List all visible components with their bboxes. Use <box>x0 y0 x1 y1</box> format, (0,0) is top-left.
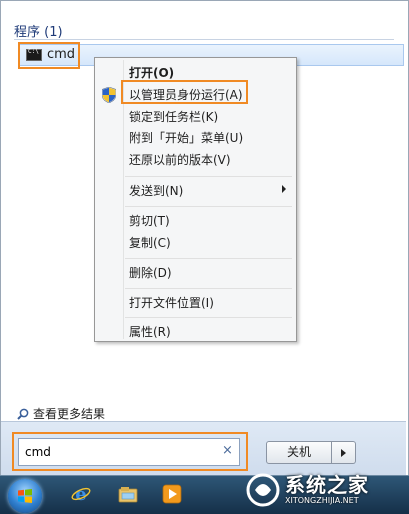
see-more-results-link[interactable]: 查看更多结果 <box>17 405 105 422</box>
result-item-label: cmd <box>47 47 76 62</box>
watermark-text: 系统之家 <box>285 473 369 497</box>
menu-item-pin-taskbar[interactable]: 锁定到任务栏(K) <box>129 108 218 125</box>
menu-separator <box>125 176 292 177</box>
menu-item-open[interactable]: 打开(O) <box>129 64 174 81</box>
shutdown-options-arrow[interactable] <box>332 441 356 464</box>
shutdown-button[interactable]: 关机 <box>266 441 332 464</box>
menu-separator <box>125 317 292 318</box>
submenu-arrow-icon <box>282 185 286 193</box>
menu-item-send-to[interactable]: 发送到(N) <box>129 182 183 199</box>
menu-item-properties[interactable]: 属性(R) <box>129 323 171 340</box>
menu-separator <box>125 258 292 259</box>
uac-shield-icon <box>102 87 116 103</box>
svg-text:e: e <box>75 484 86 504</box>
menu-item-restore-versions[interactable]: 还原以前的版本(V) <box>129 151 231 168</box>
menu-item-pin-start[interactable]: 附到「开始」菜单(U) <box>129 129 243 146</box>
magnifier-icon <box>17 408 29 420</box>
search-highlight-box <box>12 432 248 471</box>
section-title-programs: 程序 (1) <box>14 25 63 40</box>
internet-explorer-icon[interactable]: e <box>71 484 91 504</box>
menu-separator <box>125 288 292 289</box>
menu-item-copy[interactable]: 复制(C) <box>129 234 171 251</box>
windows-flag-icon <box>18 489 32 503</box>
watermark-logo <box>246 473 280 507</box>
menu-item-open-location[interactable]: 打开文件位置(I) <box>129 294 214 311</box>
see-more-results-label: 查看更多结果 <box>33 407 106 421</box>
windows-explorer-icon[interactable] <box>118 484 138 504</box>
menu-item-cut[interactable]: 剪切(T) <box>129 212 170 229</box>
watermark: 系统之家 XITONGZHIJIA.NET <box>246 468 406 512</box>
run-as-admin-highlight-box <box>121 80 248 104</box>
watermark-subtext: XITONGZHIJIA.NET <box>285 496 359 505</box>
section-divider <box>14 39 394 40</box>
start-orb[interactable] <box>8 479 42 513</box>
media-player-icon[interactable] <box>162 484 182 504</box>
menu-separator <box>125 206 292 207</box>
menu-item-delete[interactable]: 删除(D) <box>129 264 172 281</box>
cmd-icon <box>26 48 42 61</box>
